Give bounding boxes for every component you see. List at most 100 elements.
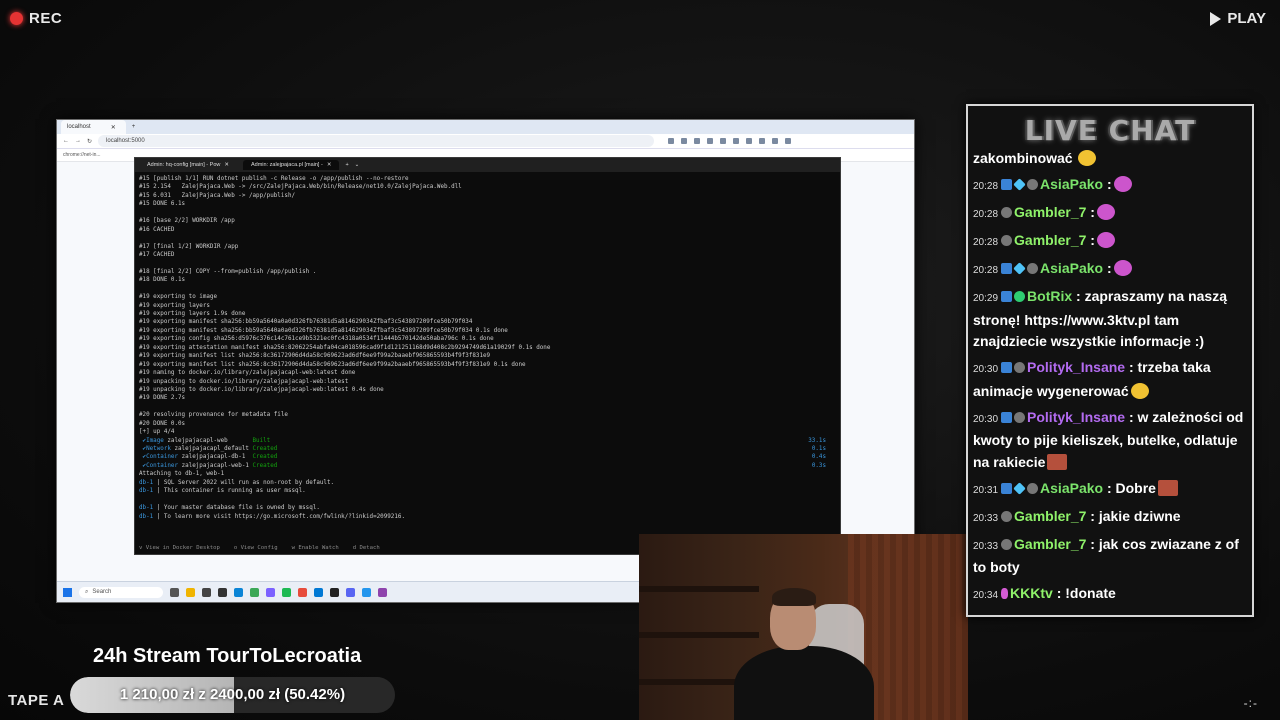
chrome-icon[interactable]: [298, 587, 307, 597]
tape-label: TAPE A: [8, 692, 65, 709]
extension-icon[interactable]: [707, 138, 714, 144]
extension-icon[interactable]: [668, 138, 675, 144]
close-icon[interactable]: ✕: [327, 162, 332, 168]
new-tab-icon[interactable]: +: [345, 162, 348, 168]
terminal-shortcut[interactable]: v View in Docker Desktop: [139, 545, 220, 551]
chat-message-text: : !donate: [1052, 585, 1116, 601]
docker-icon[interactable]: [362, 587, 371, 597]
bookmark-item[interactable]: chrome://net-in...: [63, 152, 101, 158]
chat-username[interactable]: AsiaPako: [1040, 480, 1103, 496]
chat-timestamp: 20:28: [973, 181, 999, 192]
terminal-line: #19 exporting attestation manifest sha25…: [139, 344, 551, 351]
discord-icon[interactable]: [346, 587, 355, 597]
address-bar[interactable]: localhost:5000: [98, 135, 655, 147]
user-badge-icon: [1001, 235, 1013, 246]
extension-icon[interactable]: [694, 138, 701, 144]
status-name: zalejpajacapl-web: [167, 437, 253, 444]
user-badge-icon: [1027, 482, 1039, 494]
terminal-line: #19 exporting layers: [139, 302, 210, 309]
app-icon[interactable]: [282, 587, 291, 597]
chat-timestamp: 20:33: [973, 512, 999, 524]
reload-icon[interactable]: ↻: [87, 138, 92, 145]
search-icon: ⌕: [85, 588, 89, 595]
forward-icon[interactable]: →: [75, 138, 81, 144]
chat-message: 20:30 Polityk_Insane : trzeba taka animac…: [973, 357, 1248, 402]
app-icon[interactable]: [250, 587, 259, 597]
terminal-line: #15 2.154 ZalejPajaca.Web -> /src/ZalejP…: [139, 184, 462, 191]
chat-timestamp: 20:28: [973, 209, 999, 220]
user-badge-icon: [1001, 538, 1013, 550]
emote-icon: [1157, 479, 1178, 496]
status-value: Created: [252, 446, 278, 452]
chat-message-text: :: [1086, 232, 1095, 248]
back-icon[interactable]: ←: [63, 138, 69, 144]
terminal-tab-active[interactable]: Admin: zalejpajaca.pl [main] - ✕: [242, 160, 340, 170]
user-badge-icon: [1013, 178, 1026, 191]
chat-message: 20:34 KKKtv : !donate: [973, 583, 1248, 607]
extension-icon[interactable]: [733, 138, 740, 144]
user-badge-icon: [1001, 588, 1009, 599]
user-badge-icon: [1001, 263, 1013, 274]
status-check-prefix: ✔Container: [139, 454, 182, 461]
chat-username[interactable]: Gambler_7: [1014, 508, 1086, 524]
chat-username[interactable]: BotRix: [1027, 288, 1072, 304]
terminal-line: #19 exporting config sha256:d5976c376c14…: [139, 336, 494, 343]
chat-username[interactable]: Gambler_7: [1014, 232, 1086, 248]
visual-studio-icon[interactable]: [378, 587, 387, 597]
extension-icon[interactable]: [681, 138, 688, 144]
chat-message: 20:28 AsiaPako :: [973, 258, 1248, 282]
windows-start-icon[interactable]: [63, 587, 72, 597]
chevron-down-icon[interactable]: ⌄: [355, 162, 360, 168]
terminal-tab[interactable]: Admin: hq-config [main] - Pow ✕: [139, 160, 237, 170]
terminal-shortcut[interactable]: w Enable Watch: [292, 545, 339, 551]
close-icon[interactable]: ✕: [111, 124, 116, 131]
extension-icon[interactable]: [759, 138, 766, 144]
chat-username[interactable]: Gambler_7: [1014, 536, 1086, 552]
chat-username[interactable]: Gambler_7: [1014, 204, 1086, 220]
extension-icon[interactable]: [720, 138, 727, 144]
log-source-tag: db-1: [139, 505, 154, 512]
app-icon[interactable]: [234, 587, 243, 597]
terminal-output[interactable]: #15 [publish 1/1] RUN dotnet publish -c …: [135, 172, 840, 538]
chat-message: 20:28 Gambler_7 :: [973, 230, 1248, 254]
terminal-shortcut[interactable]: d Detach: [353, 545, 380, 551]
terminal-line: #15 6.031 ZalejPajaca.Web -> /app/publis…: [139, 192, 296, 199]
browser-tab-title: localhost: [67, 124, 91, 130]
app-icon[interactable]: [202, 587, 211, 597]
browser-tab[interactable]: localhost ✕: [61, 120, 126, 134]
emote-icon: [1096, 232, 1115, 248]
extension-icon[interactable]: [785, 138, 792, 144]
chat-username[interactable]: Polityk_Insane: [1027, 409, 1125, 425]
terminal-line: #19 exporting manifest sha256:bb59a5640a…: [139, 319, 473, 326]
extension-icon[interactable]: [746, 138, 753, 144]
chat-username[interactable]: AsiaPako: [1040, 176, 1103, 192]
terminal-app-icon[interactable]: [218, 587, 227, 597]
app-icon[interactable]: [314, 587, 323, 597]
user-badge-icon: [1001, 411, 1013, 423]
taskbar-search[interactable]: ⌕ Search: [79, 586, 163, 598]
chat-username[interactable]: KKKtv: [1010, 585, 1053, 601]
chat-username[interactable]: AsiaPako: [1040, 260, 1103, 276]
status-value: Created: [252, 454, 278, 461]
chat-username[interactable]: Polityk_Insane: [1027, 359, 1125, 375]
chat-username[interactable]: AsiaPako: [1040, 613, 1103, 615]
chat-message: 20:33 Gambler_7 : jakie dziwne: [973, 506, 1248, 530]
file-explorer-icon[interactable]: [186, 587, 195, 597]
terminal-line: [+] up 4/4: [139, 429, 175, 436]
app-icon[interactable]: [266, 587, 275, 597]
taskview-icon[interactable]: [170, 587, 179, 597]
status-time: 0.4s: [811, 454, 826, 461]
close-icon[interactable]: ✕: [224, 162, 229, 168]
terminal-status-row: ✔Container zalejpajacapl-db-1 Created 0.4…: [139, 453, 836, 461]
log-text: | SQL Server 2022 will run as non-root b…: [153, 479, 335, 486]
chat-message-text: :: [1086, 204, 1095, 220]
app-icon[interactable]: [330, 587, 339, 597]
new-tab-icon[interactable]: +: [132, 124, 136, 130]
terminal-shortcut[interactable]: o View Config: [234, 545, 278, 551]
extension-icon[interactable]: [772, 138, 779, 144]
chat-message-text: :: [1103, 260, 1112, 276]
emote-icon: [1096, 204, 1115, 220]
